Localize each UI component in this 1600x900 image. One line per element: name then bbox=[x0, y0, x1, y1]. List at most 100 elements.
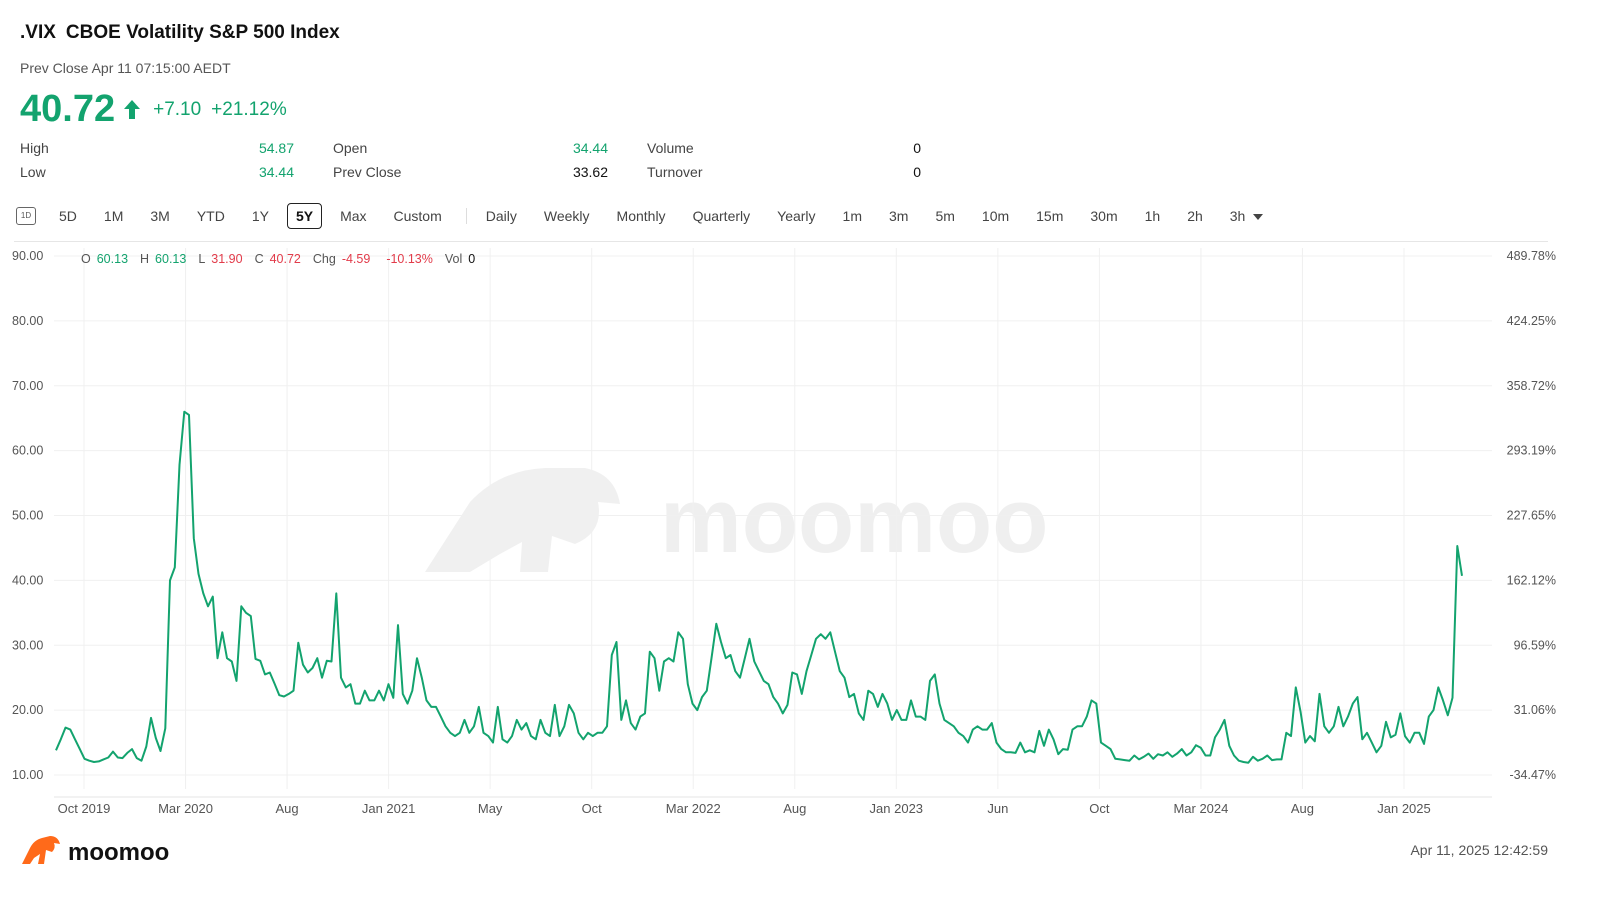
y2-tick-label: 162.12% bbox=[1507, 573, 1556, 587]
ohlc-chg-value: -4.59 bbox=[341, 252, 371, 266]
symbol: .VIX bbox=[20, 22, 56, 43]
toolbar-divider bbox=[465, 208, 467, 224]
x-tick-label: Mar 2022 bbox=[666, 801, 721, 816]
interval-button-1h[interactable]: 1h bbox=[1136, 203, 1170, 229]
interval-button-30m[interactable]: 30m bbox=[1081, 203, 1126, 229]
ohlc-h-value: 60.13 bbox=[155, 252, 187, 266]
snapshot-timestamp: Apr 11, 2025 12:42:59 bbox=[1410, 842, 1548, 858]
y2-tick-label: 358.72% bbox=[1507, 379, 1556, 393]
watermark-bull-icon bbox=[425, 468, 620, 572]
bull-logo-icon bbox=[20, 834, 62, 871]
ohlc-chg-pct: -10.13% bbox=[386, 252, 433, 266]
interval-button-2h[interactable]: 2h bbox=[1178, 203, 1212, 229]
volume-value: 0 bbox=[913, 140, 921, 156]
y-tick-label: 20.00 bbox=[12, 703, 43, 717]
y-tick-label: 10.00 bbox=[12, 768, 43, 782]
y2-tick-label: 293.19% bbox=[1507, 444, 1556, 458]
ohlc-o-value: 60.13 bbox=[96, 252, 129, 266]
ohlc-h-label: H bbox=[140, 252, 150, 266]
price-change-pct: +21.12% bbox=[211, 98, 287, 120]
y-tick-label: 80.00 bbox=[12, 314, 43, 328]
period-button-5y[interactable]: 5Y bbox=[286, 203, 323, 229]
y2-tick-label: -34.47% bbox=[1509, 768, 1556, 782]
interval-button-monthly[interactable]: Monthly bbox=[608, 203, 675, 229]
period-button-1y[interactable]: 1Y bbox=[243, 203, 278, 229]
y-tick-label: 70.00 bbox=[12, 379, 43, 393]
1d-icon[interactable]: 1D bbox=[16, 207, 36, 225]
low-label: Low bbox=[20, 164, 46, 180]
y2-tick-label: 31.06% bbox=[1514, 703, 1556, 717]
x-tick-label: Oct bbox=[582, 801, 603, 816]
high-value: 54.87 bbox=[258, 140, 294, 156]
interval-button-weekly[interactable]: Weekly bbox=[535, 203, 599, 229]
interval-button-3m[interactable]: 3m bbox=[880, 203, 917, 229]
x-tick-label: Oct 2019 bbox=[58, 801, 111, 816]
period-button-3m[interactable]: 3M bbox=[141, 203, 178, 229]
ohlc-vol-value: 0 bbox=[468, 252, 476, 266]
watermark-text: moomoo bbox=[660, 470, 1048, 572]
interval-group: Daily Weekly Monthly Quarterly Yearly 1m 3m 5m 1… bbox=[477, 203, 1282, 229]
volume-label: Volume bbox=[647, 140, 694, 156]
period-group: 5D 1M 3M YTD 1Y 5Y Max Custom bbox=[50, 203, 460, 229]
prev-close-value: 33.62 bbox=[572, 164, 608, 180]
period-button-max[interactable]: Max bbox=[331, 203, 375, 229]
index-name: CBOE Volatility S&P 500 Index bbox=[65, 22, 340, 43]
turnover-value: 0 bbox=[913, 164, 921, 180]
y2-tick-label: 424.25% bbox=[1507, 314, 1556, 328]
last-price: 40.72 bbox=[20, 88, 116, 130]
ohlc-chg-label: Chg bbox=[312, 252, 336, 266]
x-tick-label: Mar 2020 bbox=[158, 801, 213, 816]
caret-down-icon[interactable] bbox=[1253, 214, 1264, 221]
x-tick-label: Jun bbox=[987, 801, 1008, 816]
watermark: moomoo bbox=[425, 468, 1048, 572]
ohlc-readout: O 60.13 H 60.13 L 31.90 C 40.72 Chg -4.5… bbox=[75, 252, 475, 266]
y-tick-label: 50.00 bbox=[12, 509, 43, 523]
prev-close-time: Prev Close Apr 11 07:15:00 AEDT bbox=[20, 60, 231, 76]
interval-button-daily[interactable]: Daily bbox=[477, 203, 526, 229]
open-label: Open bbox=[333, 140, 368, 156]
interval-button-5m[interactable]: 5m bbox=[926, 203, 963, 229]
y-tick-label: 90.00 bbox=[12, 249, 43, 263]
x-tick-label: Aug bbox=[783, 801, 806, 816]
page-title: .VIX CBOE Volatility S&P 500 Index bbox=[20, 22, 340, 44]
interval-button-10m[interactable]: 10m bbox=[973, 203, 1018, 229]
interval-button-yearly[interactable]: Yearly bbox=[768, 203, 824, 229]
moomoo-logo: moomoo bbox=[20, 834, 169, 871]
ohlc-l-value: 31.90 bbox=[211, 252, 243, 266]
y2-tick-label: 227.65% bbox=[1507, 509, 1556, 523]
prev-close-label: Prev Close bbox=[333, 164, 402, 180]
ohlc-c-label: C bbox=[254, 252, 264, 266]
x-tick-label: Oct bbox=[1089, 801, 1110, 816]
ohlc-o-label: O bbox=[81, 252, 91, 266]
x-tick-label: May bbox=[478, 801, 503, 816]
price-chart[interactable]: moomoo 90.00 489.78% 80.00 424.25% 70.00 358.7… bbox=[0, 242, 1600, 832]
price-change: +7.10 bbox=[153, 98, 202, 120]
chart-toolbar: 1D 5D 1M 3M YTD 1Y 5Y Max Custom Daily Weekly Mon… bbox=[16, 202, 1281, 230]
x-tick-label: Mar 2024 bbox=[1173, 801, 1228, 816]
open-value: 34.44 bbox=[572, 140, 608, 156]
interval-button-3h[interactable]: 3h bbox=[1221, 203, 1273, 229]
period-button-ytd[interactable]: YTD bbox=[188, 203, 234, 229]
period-button-custom[interactable]: Custom bbox=[385, 203, 451, 229]
ohlc-vol-label: Vol bbox=[444, 252, 463, 266]
interval-button-15m[interactable]: 15m bbox=[1027, 203, 1072, 229]
arrow-up-icon bbox=[121, 97, 143, 123]
x-tick-label: Jan 2025 bbox=[1377, 801, 1431, 816]
x-tick-label: Aug bbox=[276, 801, 299, 816]
interval-button-1m[interactable]: 1m bbox=[834, 203, 871, 229]
x-tick-label: Jan 2023 bbox=[870, 801, 924, 816]
price-row: 40.72 +7.10 +21.12% bbox=[20, 88, 287, 131]
x-tick-label: Aug bbox=[1291, 801, 1314, 816]
y-tick-label: 30.00 bbox=[12, 638, 43, 652]
period-button-5d[interactable]: 5D bbox=[50, 203, 86, 229]
period-button-1m[interactable]: 1M bbox=[95, 203, 132, 229]
ohlc-c-value: 40.72 bbox=[269, 252, 301, 266]
ohlc-l-label: L bbox=[198, 252, 206, 266]
x-tick-label: Jan 2021 bbox=[362, 801, 416, 816]
low-value: 34.44 bbox=[258, 164, 294, 180]
turnover-label: Turnover bbox=[647, 164, 703, 180]
logo-text: moomoo bbox=[68, 838, 170, 866]
y-tick-label: 40.00 bbox=[12, 573, 43, 587]
y2-tick-label: 489.78% bbox=[1507, 249, 1556, 263]
interval-button-quarterly[interactable]: Quarterly bbox=[684, 203, 760, 229]
